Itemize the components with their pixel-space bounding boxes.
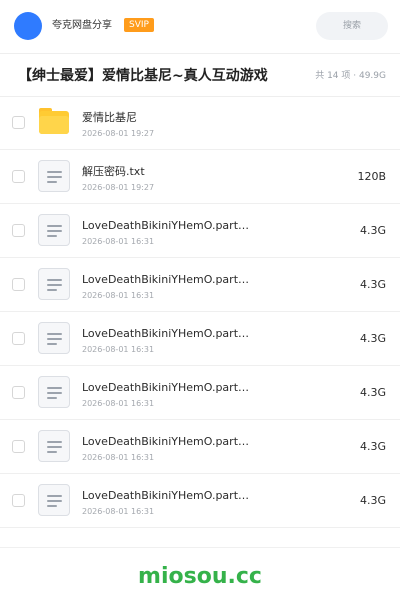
file-size: 4.3G	[359, 278, 386, 291]
file-date: 2026-08-01 16:31	[82, 507, 155, 516]
row-checkbox[interactable]	[12, 116, 25, 129]
file-date: 2026-08-01 19:27	[82, 183, 155, 192]
archive-part-icon	[38, 430, 70, 462]
svip-badge: SVIP	[124, 18, 154, 32]
archive-part-icon	[38, 484, 70, 516]
file-size: 4.3G	[359, 440, 386, 453]
file-size: 4.3G	[359, 386, 386, 399]
list-item[interactable]: LoveDeathBikiniYHemO.part… 2026-08-01 16…	[0, 366, 400, 420]
site-watermark: miosou.cc	[138, 564, 262, 589]
row-checkbox[interactable]	[12, 440, 25, 453]
search-placeholder: 搜索	[342, 21, 361, 31]
search-input[interactable]: 搜索	[316, 12, 388, 40]
text-file-icon	[38, 160, 70, 192]
share-meta: 共 14 项 · 49.9G	[315, 71, 386, 81]
archive-part-icon	[38, 376, 70, 408]
list-item[interactable]: LoveDeathBikiniYHemO.part… 2026-08-01 16…	[0, 312, 400, 366]
archive-part-icon	[38, 322, 70, 354]
row-checkbox[interactable]	[12, 224, 25, 237]
file-name: LoveDeathBikiniYHemO.part…	[82, 273, 250, 286]
file-size: 4.3G	[359, 494, 386, 507]
list-item[interactable]: LoveDeathBikiniYHemO.part… 2026-08-01 16…	[0, 258, 400, 312]
file-name: 爱情比基尼	[82, 111, 137, 124]
file-date: 2026-08-01 16:31	[82, 453, 155, 462]
file-name: LoveDeathBikiniYHemO.part…	[82, 327, 250, 340]
avatar[interactable]	[14, 12, 42, 40]
file-size: 4.3G	[359, 332, 386, 345]
file-size: 120B	[357, 170, 386, 183]
file-date: 2026-08-01 16:31	[82, 237, 155, 246]
list-item[interactable]: LoveDeathBikiniYHemO.part… 2026-08-01 16…	[0, 204, 400, 258]
file-size: 4.3G	[359, 224, 386, 237]
row-checkbox[interactable]	[12, 170, 25, 183]
user-name[interactable]: 夸克网盘分享	[52, 19, 112, 33]
share-title-bar: 【绅士最爱】爱情比基尼~真人互动游戏 共 14 项 · 49.9G	[0, 53, 400, 97]
row-checkbox[interactable]	[12, 386, 25, 399]
archive-part-icon	[38, 268, 70, 300]
archive-part-icon	[38, 214, 70, 246]
row-checkbox[interactable]	[12, 332, 25, 345]
file-name: LoveDeathBikiniYHemO.part…	[82, 219, 250, 232]
list-item[interactable]: 爱情比基尼 2026-08-01 19:27	[0, 96, 400, 150]
file-name: LoveDeathBikiniYHemO.part…	[82, 381, 250, 394]
file-name: LoveDeathBikiniYHemO.part…	[82, 435, 250, 448]
folder-icon	[38, 106, 70, 138]
row-checkbox[interactable]	[12, 278, 25, 291]
header: 夸克网盘分享 SVIP 搜索	[0, 0, 400, 52]
file-list: 爱情比基尼 2026-08-01 19:27 解压密码.txt 2026-08-…	[0, 96, 400, 528]
file-date: 2026-08-01 19:27	[82, 129, 155, 138]
file-date: 2026-08-01 16:31	[82, 291, 155, 300]
list-item[interactable]: 解压密码.txt 2026-08-01 19:27 120B	[0, 150, 400, 204]
list-item[interactable]: LoveDeathBikiniYHemO.part… 2026-08-01 16…	[0, 474, 400, 528]
divider	[0, 547, 400, 548]
share-title: 【绅士最爱】爱情比基尼~真人互动游戏	[18, 68, 268, 84]
file-date: 2026-08-01 16:31	[82, 345, 155, 354]
file-date: 2026-08-01 16:31	[82, 399, 155, 408]
row-checkbox[interactable]	[12, 494, 25, 507]
file-name: 解压密码.txt	[82, 165, 145, 178]
file-name: LoveDeathBikiniYHemO.part…	[82, 489, 250, 502]
list-item[interactable]: LoveDeathBikiniYHemO.part… 2026-08-01 16…	[0, 420, 400, 474]
